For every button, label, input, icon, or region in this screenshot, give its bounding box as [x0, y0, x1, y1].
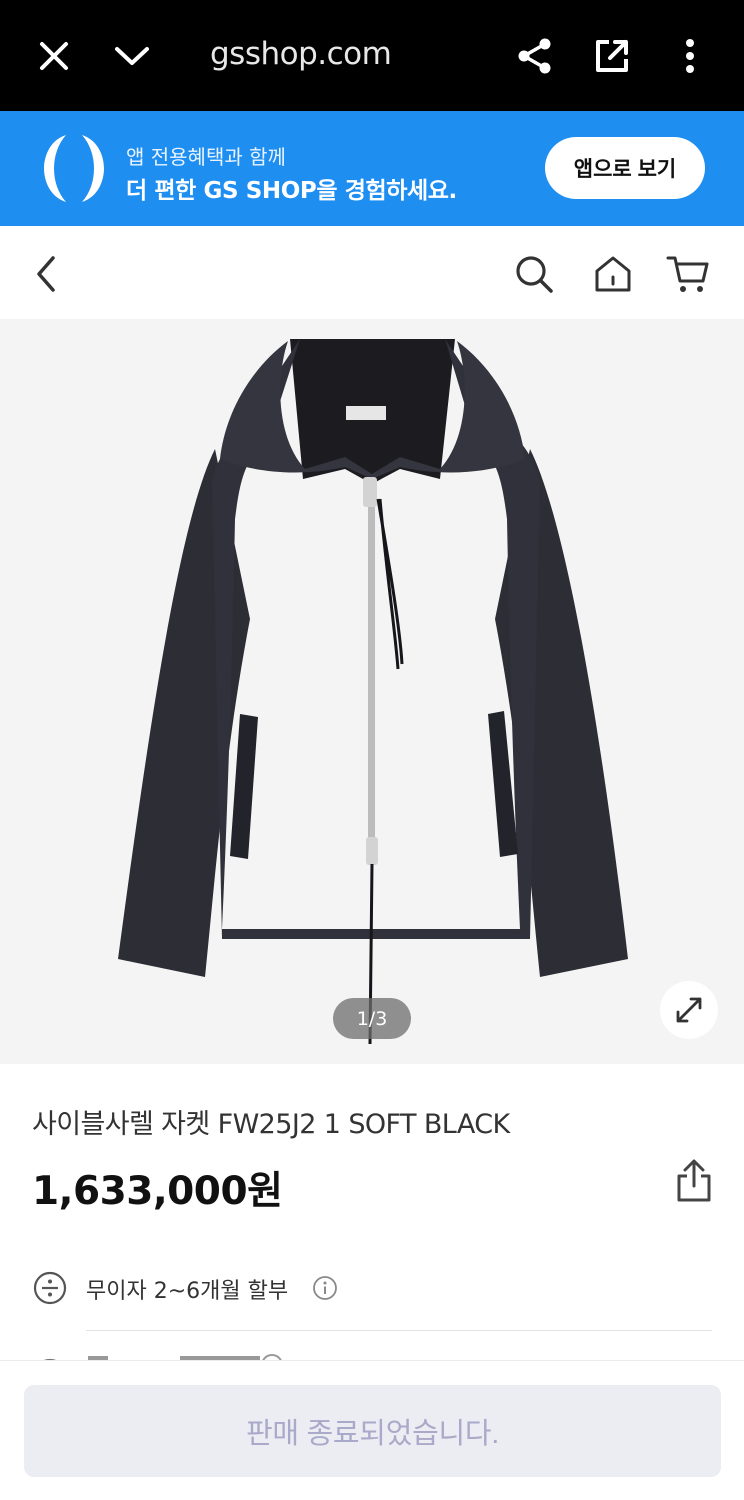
installment-text: 무이자 2~6개월 할부 [86, 1279, 289, 1304]
open-external-icon[interactable] [590, 34, 634, 78]
app-promo-banner: 앱 전용혜택과 함께 더 편한 GS SHOP을 경험하세요. 앱으로 보기 [0, 111, 744, 226]
banner-subtitle: 앱 전용혜택과 함께 [126, 145, 286, 169]
installment-info-row: 무이자 2~6개월 할부 [32, 1266, 712, 1310]
image-page-indicator: 1/3 [333, 998, 411, 1039]
search-icon[interactable] [510, 250, 558, 298]
share-icon[interactable] [513, 34, 557, 78]
info-icon[interactable] [312, 1275, 338, 1301]
divide-icon [33, 1271, 67, 1305]
product-title: 사이블사렐 자켓 FW25J2 1 SOFT BLACK [32, 1109, 510, 1140]
cart-icon[interactable] [664, 250, 712, 298]
bottom-action-bar: 판매 종료되었습니다. [0, 1360, 744, 1500]
home-icon[interactable] [589, 250, 637, 298]
gs-shop-logo [40, 131, 108, 206]
open-app-button[interactable]: 앱으로 보기 [545, 137, 705, 199]
browser-toolbar: gsshop.com [0, 0, 744, 111]
expand-image-button[interactable] [660, 981, 718, 1039]
back-icon[interactable] [22, 250, 70, 298]
product-image-carousel[interactable]: 1/3 [0, 319, 744, 1064]
chevron-down-icon[interactable] [110, 34, 154, 78]
jacket-image [118, 339, 628, 1045]
banner-title: 더 편한 GS SHOP을 경험하세요. [126, 178, 457, 204]
next-info-row-partial [0, 1340, 744, 1360]
share-product-button[interactable] [672, 1156, 716, 1206]
more-vertical-icon[interactable] [668, 34, 712, 78]
url-text[interactable]: gsshop.com [210, 36, 392, 72]
header-nav [0, 226, 744, 319]
share-upload-icon [677, 1159, 711, 1202]
close-icon[interactable] [32, 34, 76, 78]
expand-icon [676, 997, 702, 1023]
divider [86, 1330, 712, 1331]
sold-out-button: 판매 종료되었습니다. [24, 1385, 721, 1477]
product-price: 1,633,000원 [32, 1169, 283, 1214]
